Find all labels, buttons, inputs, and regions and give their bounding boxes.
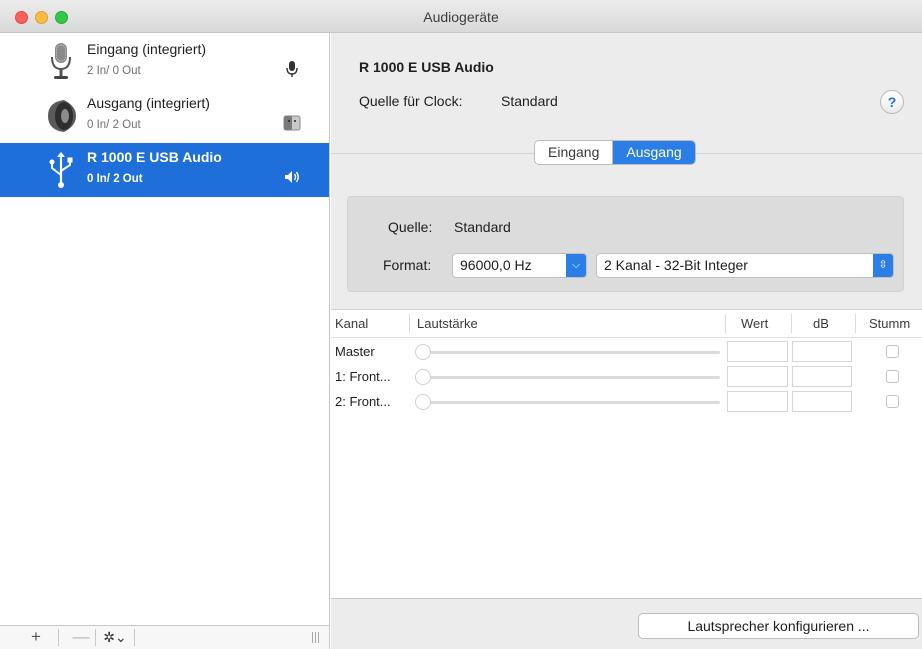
column-header-kanal[interactable]: Kanal	[335, 310, 368, 337]
configure-speakers-button[interactable]: Lautsprecher konfigurieren ...	[638, 613, 919, 639]
volume-badge-icon	[285, 171, 299, 183]
device-name: R 1000 E USB Audio	[87, 149, 222, 165]
device-name: Eingang (integriert)	[87, 41, 207, 57]
device-item-ausgang[interactable]: Ausgang (integriert) 0 In/ 2 Out	[0, 89, 329, 143]
channel-name: 2: Front...	[335, 394, 391, 409]
format-value: 2 Kanal - 32-Bit Integer	[604, 257, 748, 273]
device-item-r1000e[interactable]: R 1000 E USB Audio 0 In/ 2 Out	[0, 143, 329, 197]
device-list: Eingang (integriert) 2 In/ 0 Out Ausgang…	[0, 33, 330, 649]
source-label: Quelle:	[388, 219, 433, 235]
db-field[interactable]	[792, 341, 852, 362]
column-header-wert[interactable]: Wert	[741, 310, 768, 337]
column-divider	[855, 314, 856, 333]
volume-slider[interactable]	[417, 401, 720, 404]
column-header-db[interactable]: dB	[813, 310, 829, 337]
microphone-icon	[51, 43, 71, 79]
table-header-divider	[331, 337, 922, 338]
format-label: Format:	[383, 257, 432, 273]
toolbar-divider	[134, 629, 135, 646]
volume-slider[interactable]	[417, 376, 720, 379]
mute-checkbox[interactable]	[886, 345, 899, 358]
microphone-badge-icon	[286, 61, 298, 77]
format-popup[interactable]: 2 Kanal - 32-Bit Integer ⇳	[596, 253, 894, 278]
value-field[interactable]	[727, 391, 788, 412]
table-row: 1: Front...	[331, 364, 922, 389]
device-name: Ausgang (integriert)	[87, 95, 210, 111]
resize-grip-icon[interactable]	[312, 632, 320, 643]
column-divider	[409, 314, 410, 333]
channel-name: Master	[335, 344, 375, 359]
volume-slider-knob[interactable]	[415, 344, 431, 360]
chevron-down-icon: ⌵	[566, 254, 586, 277]
column-divider	[791, 314, 792, 333]
source-value: Standard	[454, 219, 511, 235]
volume-slider[interactable]	[417, 351, 720, 354]
channel-volume-table: Kanal Lautstärke Wert dB Stumm Master 1:…	[331, 309, 922, 599]
device-io-count: 2 In/ 0 Out	[87, 65, 141, 77]
value-field[interactable]	[727, 341, 788, 362]
tab-ausgang[interactable]: Ausgang	[613, 141, 695, 164]
remove-device-button[interactable]: —	[67, 626, 95, 649]
window-title: Audiogeräte	[423, 9, 499, 25]
clock-source-label: Quelle für Clock:	[359, 93, 463, 109]
device-detail-pane: R 1000 E USB Audio Quelle für Clock: Sta…	[331, 33, 922, 649]
column-divider	[725, 314, 726, 333]
gear-menu-button[interactable]: ✲⌄	[96, 626, 134, 649]
volume-slider-knob[interactable]	[415, 369, 431, 385]
channel-name: 1: Front...	[335, 369, 391, 384]
volume-slider-knob[interactable]	[415, 394, 431, 410]
sample-rate-popup[interactable]: 96000,0 Hz ⌵	[452, 253, 587, 278]
db-field[interactable]	[792, 391, 852, 412]
column-header-stumm[interactable]: Stumm	[869, 310, 910, 337]
tab-eingang[interactable]: Eingang	[535, 141, 612, 164]
toolbar-divider	[58, 629, 59, 646]
table-row: 2: Front...	[331, 389, 922, 414]
clock-source-value: Standard	[501, 93, 558, 109]
sample-rate-value: 96000,0 Hz	[460, 257, 532, 273]
sidebar-toolbar: + — ✲⌄	[0, 625, 329, 649]
device-io-count: 0 In/ 2 Out	[87, 173, 143, 185]
format-settings-box: Quelle: Standard Format: 96000,0 Hz ⌵ 2 …	[347, 196, 904, 292]
up-down-chevron-icon: ⇳	[873, 254, 893, 277]
usb-icon	[49, 152, 73, 188]
device-item-eingang[interactable]: Eingang (integriert) 2 In/ 0 Out	[0, 35, 329, 89]
direction-segmented-control: Eingang Ausgang	[534, 140, 696, 165]
mute-checkbox[interactable]	[886, 395, 899, 408]
value-field[interactable]	[727, 366, 788, 387]
add-device-button[interactable]: +	[22, 626, 50, 649]
column-header-lautstaerke[interactable]: Lautstärke	[417, 310, 478, 337]
device-title: R 1000 E USB Audio	[359, 59, 494, 75]
finder-badge-icon	[283, 115, 301, 131]
speaker-icon	[48, 100, 76, 132]
title-bar: Audiogeräte	[0, 0, 922, 33]
db-field[interactable]	[792, 366, 852, 387]
device-io-count: 0 In/ 2 Out	[87, 119, 141, 131]
mute-checkbox[interactable]	[886, 370, 899, 383]
table-row: Master	[331, 339, 922, 364]
help-button[interactable]: ?	[880, 90, 904, 114]
